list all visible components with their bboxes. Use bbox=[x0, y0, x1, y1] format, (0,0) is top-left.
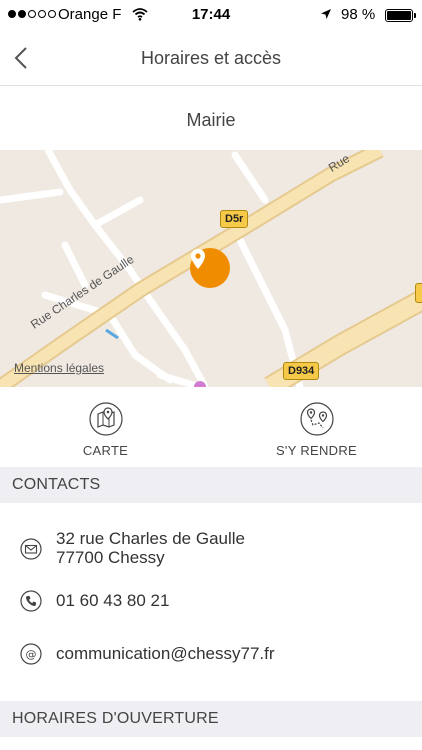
email-address: communication@chessy77.fr bbox=[56, 644, 275, 663]
map-icon bbox=[88, 402, 123, 436]
phone-row[interactable]: 01 60 43 80 21 bbox=[0, 585, 422, 619]
battery-percent: 98 % bbox=[341, 6, 376, 23]
phone-number: 01 60 43 80 21 bbox=[56, 591, 170, 610]
legal-link[interactable]: Mentions légales bbox=[14, 361, 104, 375]
map-marker-icon[interactable] bbox=[190, 248, 230, 288]
opening-hours-header: HORAIRES D'OUVERTURE bbox=[0, 701, 422, 737]
phone-icon bbox=[20, 590, 42, 612]
page-title: Horaires et accès bbox=[140, 48, 282, 68]
contacts-header: CONTACTS bbox=[0, 467, 422, 503]
map-button[interactable]: CARTE bbox=[0, 387, 211, 467]
road-badge-edge bbox=[415, 283, 422, 303]
place-name: Mairie bbox=[186, 110, 236, 130]
location-pin-icon bbox=[191, 249, 205, 269]
at-sign-icon: @ bbox=[20, 643, 42, 665]
address-line-2: 77700 Chessy bbox=[56, 548, 165, 567]
directions-icon bbox=[299, 402, 334, 436]
svg-text:@: @ bbox=[26, 648, 37, 661]
battery-icon bbox=[385, 9, 413, 22]
nav-bar: Horaires et accès bbox=[0, 30, 422, 86]
email-row[interactable]: @ communication@chessy77.fr bbox=[0, 638, 422, 672]
road-badge-d5r: D5r bbox=[220, 210, 249, 228]
directions-button-label: S'Y RENDRE bbox=[275, 443, 358, 458]
map-view[interactable]: Rue Rue Charles de Gaulle D5r D934 Menti… bbox=[0, 150, 422, 387]
directions-button[interactable]: S'Y RENDRE bbox=[211, 387, 422, 467]
envelope-icon bbox=[20, 538, 42, 560]
status-bar: Orange F 17:44 98 % bbox=[0, 0, 422, 30]
map-actions: CARTE S'Y RENDRE bbox=[0, 387, 422, 467]
address-row[interactable]: 32 rue Charles de Gaulle 77700 Chessy bbox=[0, 520, 422, 570]
road-badge-d934: D934 bbox=[283, 362, 320, 380]
address-line-1: 32 rue Charles de Gaulle bbox=[56, 529, 246, 548]
map-button-label: CARTE bbox=[82, 443, 129, 458]
location-arrow-icon bbox=[321, 9, 331, 19]
